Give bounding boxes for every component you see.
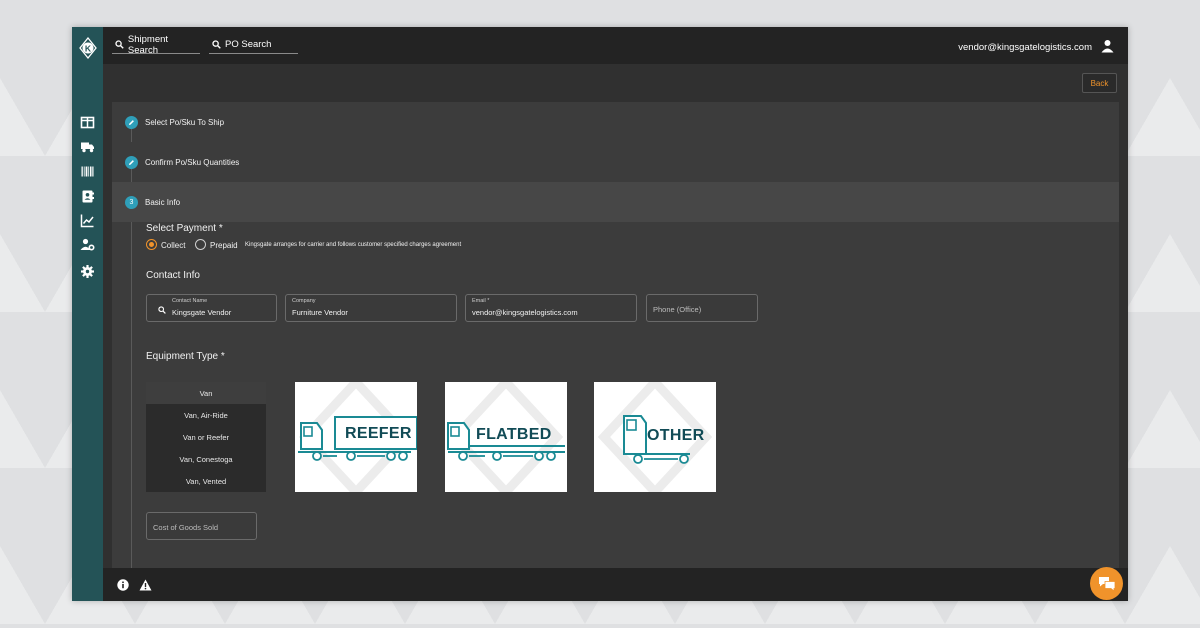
user-account-icon[interactable] — [1101, 39, 1114, 53]
phone-placeholder: Phone (Office) — [653, 305, 702, 314]
app-window: K Shipment Search PO Search vendor@kings… — [72, 27, 1128, 601]
equipment-option-van-vented[interactable]: Van, Vented — [146, 470, 266, 492]
cogs-placeholder: Cost of Goods Sold — [153, 523, 219, 532]
search-icon — [158, 306, 166, 314]
equipment-card-other[interactable]: OTHER — [594, 382, 716, 492]
pencil-icon — [129, 159, 134, 165]
chat-bubbles-icon — [1098, 576, 1115, 592]
contact-name-value: Kingsgate Vendor — [172, 308, 232, 317]
pencil-icon — [129, 119, 134, 125]
top-bar: Shipment Search PO Search vendor@kingsga… — [103, 27, 1128, 64]
dashboard-icon[interactable] — [80, 115, 95, 130]
shipping-truck-icon[interactable] — [80, 139, 95, 154]
search-icon — [115, 40, 124, 49]
payment-note: Kingsgate arranges for carrier and follo… — [245, 242, 462, 248]
step-connector — [131, 222, 132, 568]
main-content: Back Select Po/Sku To Ship Confirm Po/Sk… — [103, 64, 1128, 568]
equipment-option-van-or-reefer[interactable]: Van or Reefer — [146, 426, 266, 448]
user-email: vendor@kingsgatelogistics.com — [958, 42, 1092, 53]
contact-name-label: Contact Name — [172, 298, 208, 304]
step-select-po-sku[interactable]: Select Po/Sku To Ship — [112, 102, 1119, 142]
analytics-chart-icon[interactable] — [80, 213, 95, 228]
back-button[interactable]: Back — [1082, 73, 1117, 93]
step-edit-indicator — [125, 155, 138, 169]
sidebar: K — [72, 27, 103, 601]
shipment-search-tab[interactable]: Shipment Search — [112, 33, 200, 56]
settings-gear-icon[interactable] — [80, 264, 95, 279]
step-edit-indicator — [125, 115, 138, 129]
company-label: Company — [292, 298, 316, 304]
email-field[interactable]: Email * vendor@kingsgatelogistics.com — [465, 294, 637, 322]
reefer-label: REEFER — [345, 425, 412, 442]
equipment-card-reefer[interactable]: REEFER — [295, 382, 417, 492]
radio-prepaid-label: Prepaid — [210, 241, 238, 250]
barcode-icon[interactable] — [80, 164, 95, 179]
equipment-option-van-conestoga[interactable]: Van, Conestoga — [146, 448, 266, 470]
contact-name-field[interactable]: Contact Name Kingsgate Vendor — [146, 294, 277, 322]
company-field[interactable]: Company Furniture Vendor — [285, 294, 457, 322]
search-icon — [212, 40, 221, 49]
other-label: OTHER — [647, 427, 705, 444]
chat-button[interactable] — [1090, 567, 1123, 600]
equipment-type-title: Equipment Type * — [146, 351, 225, 362]
cost-of-goods-sold-field[interactable]: Cost of Goods Sold — [146, 512, 257, 540]
radio-prepaid[interactable] — [195, 239, 206, 250]
shipment-form-panel: Select Po/Sku To Ship Confirm Po/Sku Qua… — [112, 102, 1119, 568]
step-confirm-quantities[interactable]: Confirm Po/Sku Quantities — [112, 142, 1119, 182]
contact-info-title: Contact Info — [146, 270, 200, 281]
equipment-type-list: Van Van, Air-Ride Van or Reefer Van, Con… — [146, 382, 266, 492]
contacts-book-icon[interactable] — [80, 189, 95, 204]
radio-collect-label: Collect — [161, 241, 186, 250]
po-search-tab[interactable]: PO Search — [209, 36, 298, 54]
po-search-label: PO Search — [225, 39, 272, 50]
equipment-option-van-air-ride[interactable]: Van, Air-Ride — [146, 404, 266, 426]
phone-office-field[interactable]: Phone (Office) — [646, 294, 758, 322]
info-icon[interactable] — [117, 579, 129, 591]
kingsgate-logo: K — [79, 37, 97, 59]
bottom-bar — [103, 568, 1128, 601]
user-settings-icon[interactable] — [80, 237, 95, 252]
step-label: Confirm Po/Sku Quantities — [145, 157, 240, 167]
equipment-option-van[interactable]: Van — [146, 382, 266, 404]
svg-text:K: K — [85, 43, 92, 53]
payment-title: Select Payment * — [146, 223, 223, 234]
step-label: Select Po/Sku To Ship — [145, 117, 225, 127]
step-basic-info[interactable]: 3 Basic Info — [112, 182, 1119, 222]
company-value: Furniture Vendor — [292, 308, 348, 317]
step-number: 3 — [125, 195, 138, 209]
shipment-search-label: Shipment Search — [127, 33, 169, 56]
step-label: Basic Info — [145, 197, 181, 207]
warning-icon[interactable] — [139, 579, 152, 591]
equipment-card-flatbed[interactable]: FLATBED — [445, 382, 567, 492]
email-label: Email * — [472, 298, 490, 304]
email-value: vendor@kingsgatelogistics.com — [472, 308, 578, 317]
radio-collect[interactable] — [146, 239, 157, 250]
flatbed-label: FLATBED — [476, 426, 552, 443]
